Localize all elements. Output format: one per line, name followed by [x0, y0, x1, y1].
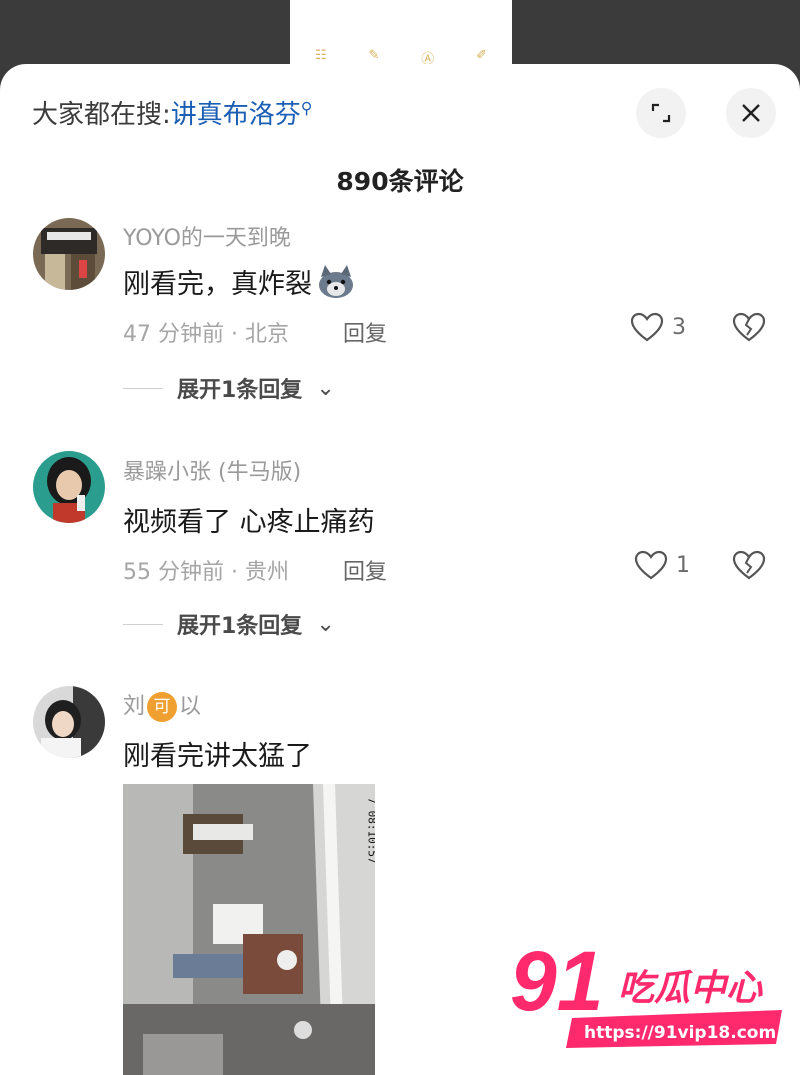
- video-thumbnail[interactable]: 7 08:10:57: [123, 784, 375, 1075]
- broken-heart-icon: [732, 550, 766, 580]
- close-button[interactable]: [726, 88, 776, 138]
- search-suggestion[interactable]: 大家都在搜:讲真布洛芬⚲: [32, 94, 313, 131]
- expand-replies[interactable]: 展开1条回复 ⌄: [123, 372, 335, 404]
- comment-time-location: 47 分钟前 · 北京: [123, 322, 289, 347]
- comment-sheet: 大家都在搜:讲真布洛芬⚲ 890条评论 YOYO的一天到晚 刚看完，真炸裂 47…: [0, 64, 800, 1075]
- avatar[interactable]: [33, 218, 105, 290]
- comment-username[interactable]: YOYO的一天到晚: [123, 220, 291, 252]
- avatar[interactable]: [33, 686, 105, 758]
- expand-replies-label: 展开1条回复: [177, 614, 303, 639]
- broken-heart-icon: [732, 312, 766, 342]
- search-prefix: 大家都在搜:: [32, 100, 171, 130]
- dislike-button[interactable]: [732, 550, 766, 584]
- watermark-url: https://91vip18.com: [584, 1023, 776, 1043]
- watermark-logo: 91 吃瓜中心 https://91vip18.com: [510, 934, 790, 1050]
- watermark-text: 吃瓜中心: [618, 968, 763, 1009]
- divider: [123, 623, 163, 625]
- chevron-down-icon: ⌄: [316, 611, 335, 637]
- comment-username[interactable]: 刘可以: [123, 688, 201, 722]
- like-count: 1: [676, 552, 690, 578]
- expand-replies-label: 展开1条回复: [177, 378, 303, 403]
- close-icon: [742, 104, 760, 122]
- reply-button[interactable]: 回复: [343, 554, 387, 586]
- chevron-down-icon: ⌄: [316, 375, 335, 401]
- like-button[interactable]: 1: [634, 550, 690, 580]
- dislike-button[interactable]: [732, 312, 766, 346]
- video-timestamp: 7 08:10:57: [365, 797, 375, 864]
- comment-time-location: 55 分钟前 · 贵州: [123, 560, 289, 585]
- wolf-face-icon: [316, 265, 356, 306]
- username-badge: 可: [147, 692, 178, 722]
- reply-button[interactable]: 回复: [343, 316, 387, 348]
- comment-text: 刚看完讲太猛了: [123, 741, 312, 772]
- heart-icon: [630, 312, 664, 342]
- expand-icon: [651, 103, 671, 123]
- comment-count: 890条评论: [336, 167, 464, 196]
- divider: [123, 387, 163, 389]
- search-icon: ⚲: [300, 98, 313, 118]
- expand-button[interactable]: [636, 88, 686, 138]
- avatar[interactable]: [33, 451, 105, 523]
- comment-text-content: 刚看完，真炸裂: [123, 269, 312, 300]
- search-term-link[interactable]: 讲真布洛芬: [171, 100, 301, 130]
- comment-text: 视频看了 心疼止痛药: [123, 507, 375, 538]
- like-button[interactable]: 3: [630, 312, 686, 342]
- comment-username[interactable]: 暴躁小张 (牛马版): [123, 454, 301, 486]
- like-count: 3: [672, 314, 686, 340]
- watermark-number: 91: [510, 940, 603, 1028]
- expand-replies[interactable]: 展开1条回复 ⌄: [123, 608, 335, 640]
- comment-text: 刚看完，真炸裂: [123, 262, 356, 306]
- heart-icon: [634, 550, 668, 580]
